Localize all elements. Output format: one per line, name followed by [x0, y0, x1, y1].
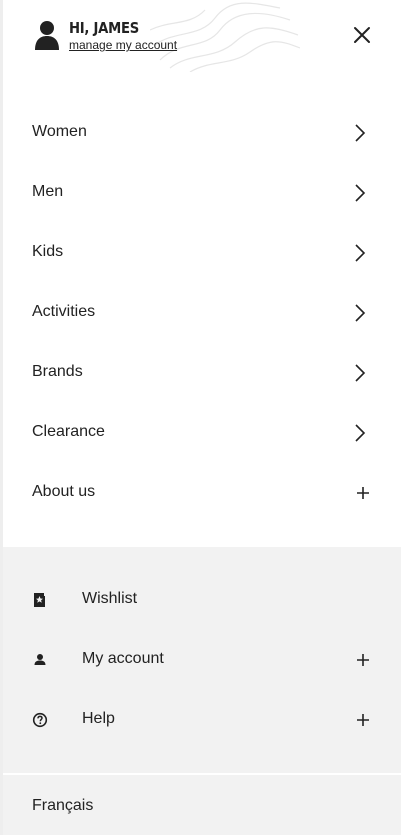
language-label: Français: [32, 797, 94, 814]
nav-item-about-us[interactable]: About us: [0, 463, 401, 523]
nav-item-label: Men: [32, 183, 64, 200]
nav-item-clearance[interactable]: Clearance: [0, 403, 401, 463]
close-icon: [354, 27, 370, 43]
greeting-text: HI, JAMES: [69, 19, 139, 37]
nav-item-men[interactable]: Men: [0, 163, 401, 223]
my-account-label: My account: [82, 650, 164, 667]
help-label: Help: [82, 710, 115, 727]
user-icon: [34, 654, 46, 665]
main-nav: Women Men Kids Activities Brands Clearan…: [0, 103, 401, 523]
account-header: HI, JAMES manage my account: [0, 0, 401, 72]
help-icon: [32, 712, 48, 728]
header-texture: [150, 2, 300, 72]
chevron-right-icon: [355, 304, 366, 322]
nav-item-label: Clearance: [32, 423, 105, 440]
plus-icon: [357, 654, 369, 666]
help-item[interactable]: Help: [3, 690, 401, 750]
user-avatar-icon: [35, 21, 59, 50]
wishlist-item[interactable]: Wishlist: [3, 570, 401, 630]
chevron-right-icon: [355, 124, 366, 142]
nav-item-label: Kids: [32, 243, 64, 260]
chevron-right-icon: [355, 424, 366, 442]
nav-item-label: About us: [32, 483, 96, 500]
close-button[interactable]: [349, 22, 375, 48]
my-account-item[interactable]: My account: [3, 630, 401, 690]
manage-account-link[interactable]: manage my account: [69, 38, 177, 52]
chevron-right-icon: [355, 184, 366, 202]
chevron-right-icon: [355, 364, 366, 382]
wishlist-icon: [34, 592, 47, 607]
nav-item-women[interactable]: Women: [0, 103, 401, 163]
nav-item-label: Brands: [32, 363, 83, 380]
nav-item-brands[interactable]: Brands: [0, 343, 401, 403]
wishlist-label: Wishlist: [82, 590, 138, 607]
nav-item-activities[interactable]: Activities: [0, 283, 401, 343]
nav-item-label: Activities: [32, 303, 96, 320]
nav-item-label: Women: [32, 123, 87, 140]
secondary-menu: Wishlist My account Help: [3, 547, 401, 773]
language-switch[interactable]: Français: [3, 775, 401, 835]
nav-item-kids[interactable]: Kids: [0, 223, 401, 283]
plus-icon: [357, 487, 369, 499]
plus-icon: [357, 714, 369, 726]
chevron-right-icon: [355, 244, 366, 262]
